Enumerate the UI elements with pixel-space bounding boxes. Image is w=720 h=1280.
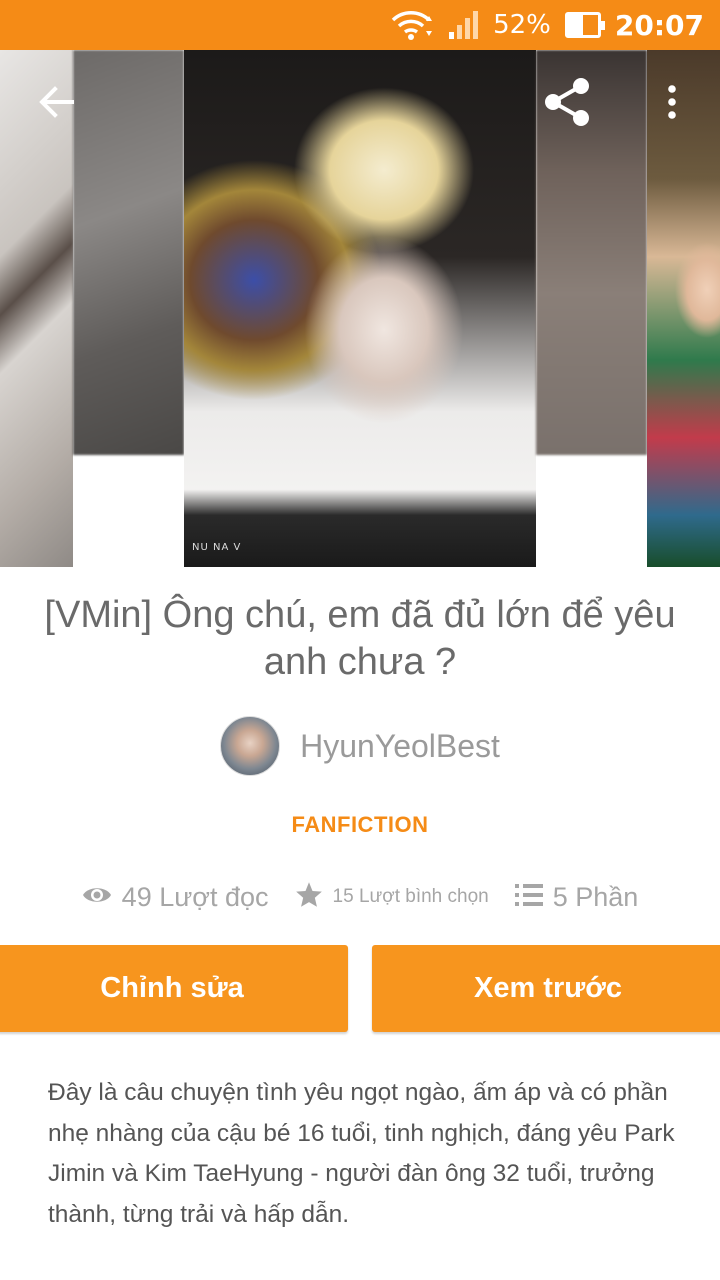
clock: 20:07 <box>614 8 704 42</box>
eye-icon <box>82 884 122 911</box>
more-vert-icon[interactable] <box>642 72 702 132</box>
cover-image-current[interactable]: NU NA V <box>184 50 536 567</box>
battery-fill <box>567 15 584 35</box>
cover-caption: NU NA V <box>192 542 242 553</box>
back-arrow-icon[interactable] <box>26 72 86 132</box>
signal-icon <box>447 10 479 40</box>
wifi-icon <box>389 10 433 40</box>
category-label[interactable]: FANFICTION <box>0 812 720 838</box>
status-bar: 52% 20:07 <box>0 0 720 50</box>
battery-icon <box>564 12 605 38</box>
votes-count: 15 Lượt bình chọn <box>332 886 489 907</box>
avatar[interactable] <box>220 716 281 776</box>
preview-button[interactable]: Xem trước <box>372 945 720 1032</box>
battery-percent: 52% <box>493 10 551 40</box>
author-name[interactable]: HyunYeolBest <box>300 728 500 765</box>
stat-reads: 49 Lượt đọc <box>82 882 269 913</box>
story-stats: 49 Lượt đọc 15 Lượt bình chọn 5 Phần <box>0 872 720 922</box>
stat-votes: 15 Lượt bình chọn <box>295 881 489 913</box>
story-title: [VMin] Ông chú, em đã đủ lớn để yêu anh … <box>44 594 676 683</box>
parts-count: 5 Phần <box>552 881 639 912</box>
edit-button[interactable]: Chỉnh sửa <box>0 945 348 1032</box>
story-description: Đây là câu chuyện tình yêu ngọt ngào, ấm… <box>48 1079 675 1228</box>
stat-parts: 5 Phần <box>514 881 639 913</box>
author-row[interactable]: HyunYeolBest <box>0 716 720 776</box>
cover-image-prev[interactable] <box>73 50 184 455</box>
list-icon <box>514 883 553 912</box>
star-icon <box>295 881 333 913</box>
reads-count: 49 Lượt đọc <box>121 881 269 912</box>
share-icon[interactable] <box>538 72 598 132</box>
cover-carousel[interactable]: NU NA V <box>0 50 720 567</box>
